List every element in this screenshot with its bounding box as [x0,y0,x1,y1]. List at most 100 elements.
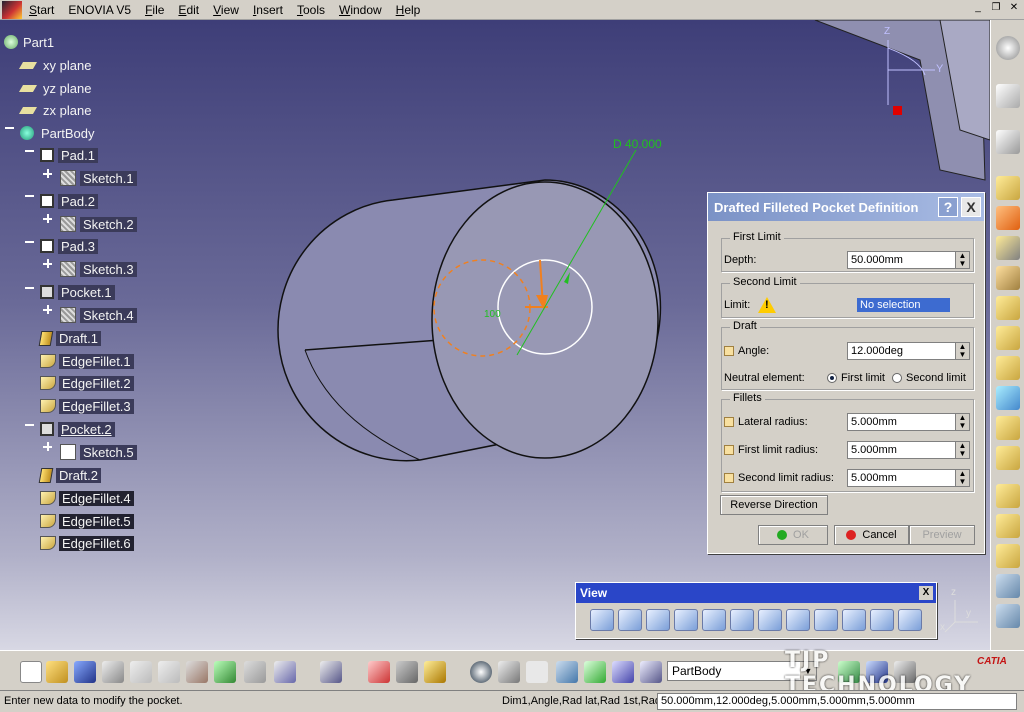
spinner-arrows-icon[interactable]: ▲ ▼ [955,442,969,458]
tree-node-sketch5[interactable]: Sketch.5 [60,442,137,462]
hide-show-icon[interactable] [870,609,894,631]
depth-value[interactable]: 50.000mm [848,252,955,268]
tree-node-pad2[interactable]: Pad.2 [40,191,98,211]
collapse-pocket1[interactable] [25,283,34,292]
select-arrow-icon[interactable] [996,84,1020,108]
spinner-arrows-icon[interactable]: ▲ ▼ [955,414,969,430]
minimize-icon[interactable]: _ [970,1,986,15]
lateral-radius-input[interactable]: 5.000mm ▲ ▼ [847,413,970,431]
tree-node-pocket1[interactable]: Pocket.1 [40,282,115,302]
collapse-pad2[interactable] [25,191,34,200]
rotate-icon[interactable] [674,609,698,631]
list-icon[interactable] [612,661,634,683]
reverse-direction-button[interactable]: Reverse Direction [720,495,828,515]
paste-icon[interactable] [186,661,208,683]
collapse-pocket2[interactable] [25,420,34,429]
diameter-dimension[interactable]: D 40.000 [613,137,662,151]
cut-icon[interactable] [130,661,152,683]
angle-value[interactable]: 12.000deg [848,343,955,359]
tree-node-xy-plane[interactable]: xy plane [18,55,94,75]
expand-sketch3[interactable] [43,259,52,268]
lateral-radius-value[interactable]: 5.000mm [848,414,955,430]
angle-checkbox[interactable] [724,346,734,356]
whats-this-icon[interactable] [274,661,296,683]
parameters-input[interactable]: 50.000mm,12.000deg,5.000mm,5.000mm,5.000… [657,693,1017,710]
axis-system-icon[interactable] [498,661,520,683]
tree-node-part1[interactable]: Part1 [4,32,57,52]
scale-ratio-icon[interactable] [526,661,548,683]
solid-combine-icon[interactable] [996,386,1020,410]
ok-button[interactable]: OK [758,525,828,545]
thickness-tool-icon[interactable] [996,514,1020,538]
measure-inertia-icon[interactable] [396,661,418,683]
cancel-button[interactable]: Cancel [834,525,909,545]
new-file-icon[interactable] [20,661,42,683]
second-radius-checkbox[interactable] [724,473,734,483]
shaft-tool-icon[interactable] [996,236,1020,260]
tree-node-edgefillet2[interactable]: EdgeFillet.2 [40,373,134,393]
first-radius-input[interactable]: 5.000mm ▲ ▼ [847,441,970,459]
rib-tool-icon[interactable] [996,296,1020,320]
print-icon[interactable] [102,661,124,683]
thread-tool-icon[interactable] [996,544,1020,568]
tree-node-sketch4[interactable]: Sketch.4 [60,305,137,325]
save-icon[interactable] [74,661,96,683]
tree-node-pad3[interactable]: Pad.3 [40,236,98,256]
dialog-title-bar[interactable]: Drafted Filleted Pocket Definition ? X [708,193,984,221]
pan-icon[interactable] [646,609,670,631]
tree-node-edgefillet5[interactable]: EdgeFillet.5 [40,511,134,531]
first-radius-value[interactable]: 5.000mm [848,442,955,458]
tree-node-pad1[interactable]: Pad.1 [40,145,98,165]
tree-node-sketch3[interactable]: Sketch.3 [60,259,137,279]
restore-icon[interactable]: ❐ [988,1,1004,15]
mirror-tool-icon[interactable] [996,574,1020,598]
spinner-arrows-icon[interactable]: ▲ ▼ [955,252,969,268]
expand-sketch5[interactable] [43,442,52,451]
spinner-arrows-icon[interactable]: ▲ ▼ [955,343,969,359]
zoom-in-icon[interactable] [702,609,726,631]
radio-off-icon[interactable] [892,373,902,383]
redo-icon[interactable] [244,661,266,683]
zoom-out-icon[interactable] [730,609,754,631]
undo-icon[interactable] [214,661,236,683]
pocket-tool-icon[interactable] [996,206,1020,230]
menu-start[interactable]: Start [22,0,61,20]
spinner-arrows-icon[interactable]: ▲ ▼ [955,470,969,486]
body-select-icon[interactable] [640,661,662,683]
gear-icon[interactable] [996,36,1020,60]
menu-tools[interactable]: Tools [290,0,332,20]
second-radius-value[interactable]: 5.000mm [848,470,955,486]
tree-node-draft2[interactable]: Draft.2 [38,465,102,485]
collapse-partbody[interactable] [5,123,14,132]
expand-sketch4[interactable] [43,305,52,314]
first-radius-checkbox[interactable] [724,445,734,455]
update-icon[interactable] [470,661,492,683]
curve-icon[interactable] [584,661,606,683]
sketch-plane-icon[interactable] [556,661,578,683]
lateral-checkbox[interactable] [724,417,734,427]
catalog-icon[interactable] [320,661,342,683]
slot-tool-icon[interactable] [996,326,1020,350]
tree-node-edgefillet3[interactable]: EdgeFillet.3 [40,396,134,416]
tree-node-draft1[interactable]: Draft.1 [38,328,102,348]
limit-selection-field[interactable]: No selection [857,298,950,312]
shading-icon[interactable] [842,609,866,631]
tree-node-sketch2[interactable]: Sketch.2 [60,214,137,234]
radio-second-limit[interactable]: Second limit [892,372,966,384]
multi-view-icon[interactable] [786,609,810,631]
menu-edit[interactable]: Edit [171,0,206,20]
dialog-close-button[interactable]: X [961,197,981,217]
close-window-icon[interactable]: ✕ [1006,1,1022,15]
expand-sketch1[interactable] [43,169,52,178]
catia-logo-icon[interactable] [2,0,22,19]
pattern-tool-icon[interactable] [996,604,1020,628]
depth-input[interactable]: 50.000mm ▲ ▼ [847,251,970,269]
menu-view[interactable]: View [206,0,246,20]
menu-help[interactable]: Help [389,0,428,20]
preview-button[interactable]: Preview [909,525,975,545]
radio-on-icon[interactable] [827,373,837,383]
copy-icon[interactable] [158,661,180,683]
open-file-icon[interactable] [46,661,68,683]
tree-node-yz-plane[interactable]: yz plane [18,78,94,98]
tree-node-edgefillet4[interactable]: EdgeFillet.4 [40,488,134,508]
